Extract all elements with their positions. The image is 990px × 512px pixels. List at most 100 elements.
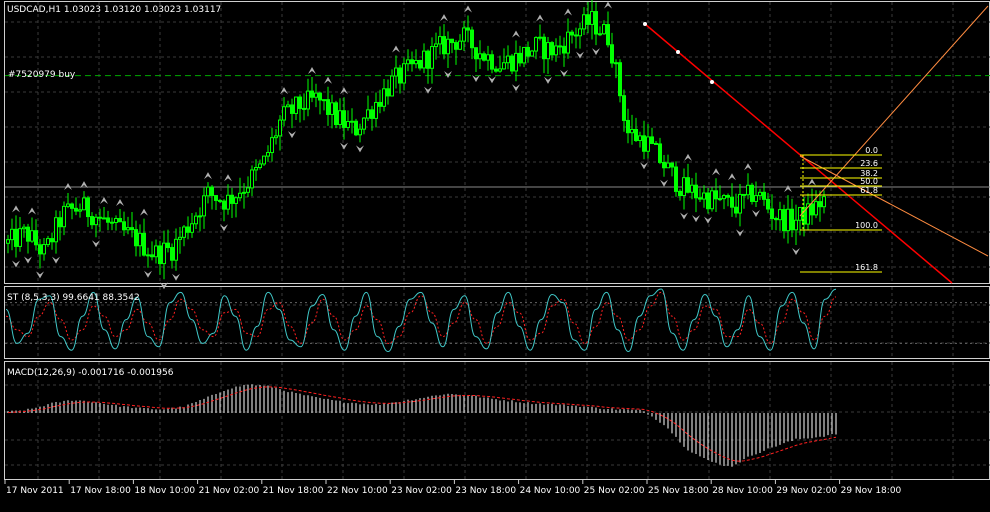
candle-body	[198, 215, 202, 218]
candle-body	[546, 42, 550, 60]
candle-body	[282, 106, 286, 121]
candle-body	[818, 201, 822, 208]
candle-body	[558, 45, 562, 48]
candle-body	[122, 221, 126, 231]
candle-body	[358, 128, 362, 136]
candle-body	[290, 104, 294, 114]
candle-body	[766, 198, 770, 210]
candle-body	[374, 101, 378, 119]
candle-body	[526, 46, 530, 57]
candle-body	[506, 55, 510, 64]
candle-body	[274, 135, 278, 139]
candle-body	[710, 190, 714, 210]
candle-body	[634, 128, 638, 141]
candle-body	[674, 166, 678, 192]
candle-body	[178, 236, 182, 240]
candle-body	[698, 197, 702, 200]
candle-body	[594, 11, 598, 35]
candle-body	[414, 59, 418, 65]
fib-level-label: 161.8	[855, 263, 878, 272]
fib-level-label: 100.0	[855, 221, 878, 230]
candle-body	[562, 45, 566, 54]
candle-body	[98, 216, 102, 219]
candle-body	[454, 42, 458, 50]
x-tick-label: 24 Nov 10:00	[520, 486, 581, 496]
candle-body	[206, 186, 210, 197]
order-label: #7520979 buy	[8, 70, 76, 80]
candle-body	[362, 117, 366, 130]
fib-level-label: 50.0	[860, 177, 878, 186]
candle-body	[182, 226, 186, 238]
candle-body	[10, 228, 14, 241]
candle-body	[26, 226, 30, 242]
candle-body	[694, 184, 698, 199]
candle-body	[78, 209, 82, 212]
candle-body	[622, 95, 626, 121]
candle-body	[494, 68, 498, 72]
candle-body	[606, 24, 610, 46]
candle-body	[474, 47, 478, 60]
candle-body	[630, 128, 634, 134]
trendline-anchor	[643, 22, 647, 26]
candle-body	[386, 88, 390, 97]
candle-body	[54, 217, 58, 243]
candle-body	[294, 96, 298, 114]
candle-body	[522, 46, 526, 64]
candle-body	[610, 44, 614, 64]
candle-body	[682, 177, 686, 197]
candle-body	[446, 38, 450, 55]
candle-body	[314, 92, 318, 98]
candle-body	[590, 11, 594, 25]
candle-body	[350, 120, 354, 123]
candle-body	[254, 167, 258, 171]
candle-body	[142, 232, 146, 256]
candle-body	[130, 227, 134, 231]
candle-body	[106, 217, 110, 223]
candle-body	[614, 62, 618, 65]
candle-body	[786, 208, 790, 232]
candle-body	[530, 50, 534, 57]
candle-body	[230, 194, 234, 204]
x-tick-label: 17 Nov 2011	[6, 486, 64, 496]
candle-body	[174, 238, 178, 261]
x-tick-label: 23 Nov 18:00	[455, 486, 516, 496]
candle-body	[262, 155, 266, 165]
candle-body	[810, 203, 814, 216]
candle-body	[110, 221, 114, 224]
candle-body	[798, 206, 802, 221]
candle-body	[330, 102, 334, 115]
candle-body	[38, 244, 42, 255]
candle-body	[258, 163, 262, 169]
symbol-header: USDCAD,H1 1.03023 1.03120 1.03023 1.0311…	[7, 5, 221, 15]
x-tick-label: 23 Nov 02:00	[391, 486, 452, 496]
candle-body	[366, 109, 370, 119]
trendline-anchor	[676, 50, 680, 54]
trading-chart[interactable]: 0.023.638.250.061.8100.0161.8 17 Nov 201…	[0, 0, 990, 512]
candle-body	[390, 75, 394, 97]
candle-body	[426, 50, 430, 69]
candle-body	[218, 199, 222, 202]
x-tick-label: 18 Nov 10:00	[134, 486, 195, 496]
candle-body	[82, 197, 86, 211]
x-tick-label: 21 Nov 18:00	[263, 486, 324, 496]
candle-body	[490, 54, 494, 70]
x-tick-label: 29 Nov 18:00	[841, 486, 902, 496]
candle-body	[726, 195, 730, 198]
candle-body	[338, 110, 342, 126]
candle-body	[438, 36, 442, 45]
candle-body	[662, 161, 666, 169]
candle-body	[762, 191, 766, 200]
candle-body	[658, 143, 662, 163]
candle-body	[690, 184, 694, 193]
candle-body	[58, 217, 62, 228]
candle-body	[410, 59, 414, 65]
candle-body	[442, 36, 446, 55]
candle-body	[270, 137, 274, 154]
x-tick-label: 17 Nov 18:00	[70, 486, 131, 496]
candle-body	[158, 245, 162, 265]
candle-body	[342, 110, 346, 128]
candle-body	[586, 14, 590, 25]
candle-body	[754, 195, 758, 202]
candle-body	[618, 62, 622, 97]
candle-body	[14, 228, 18, 247]
